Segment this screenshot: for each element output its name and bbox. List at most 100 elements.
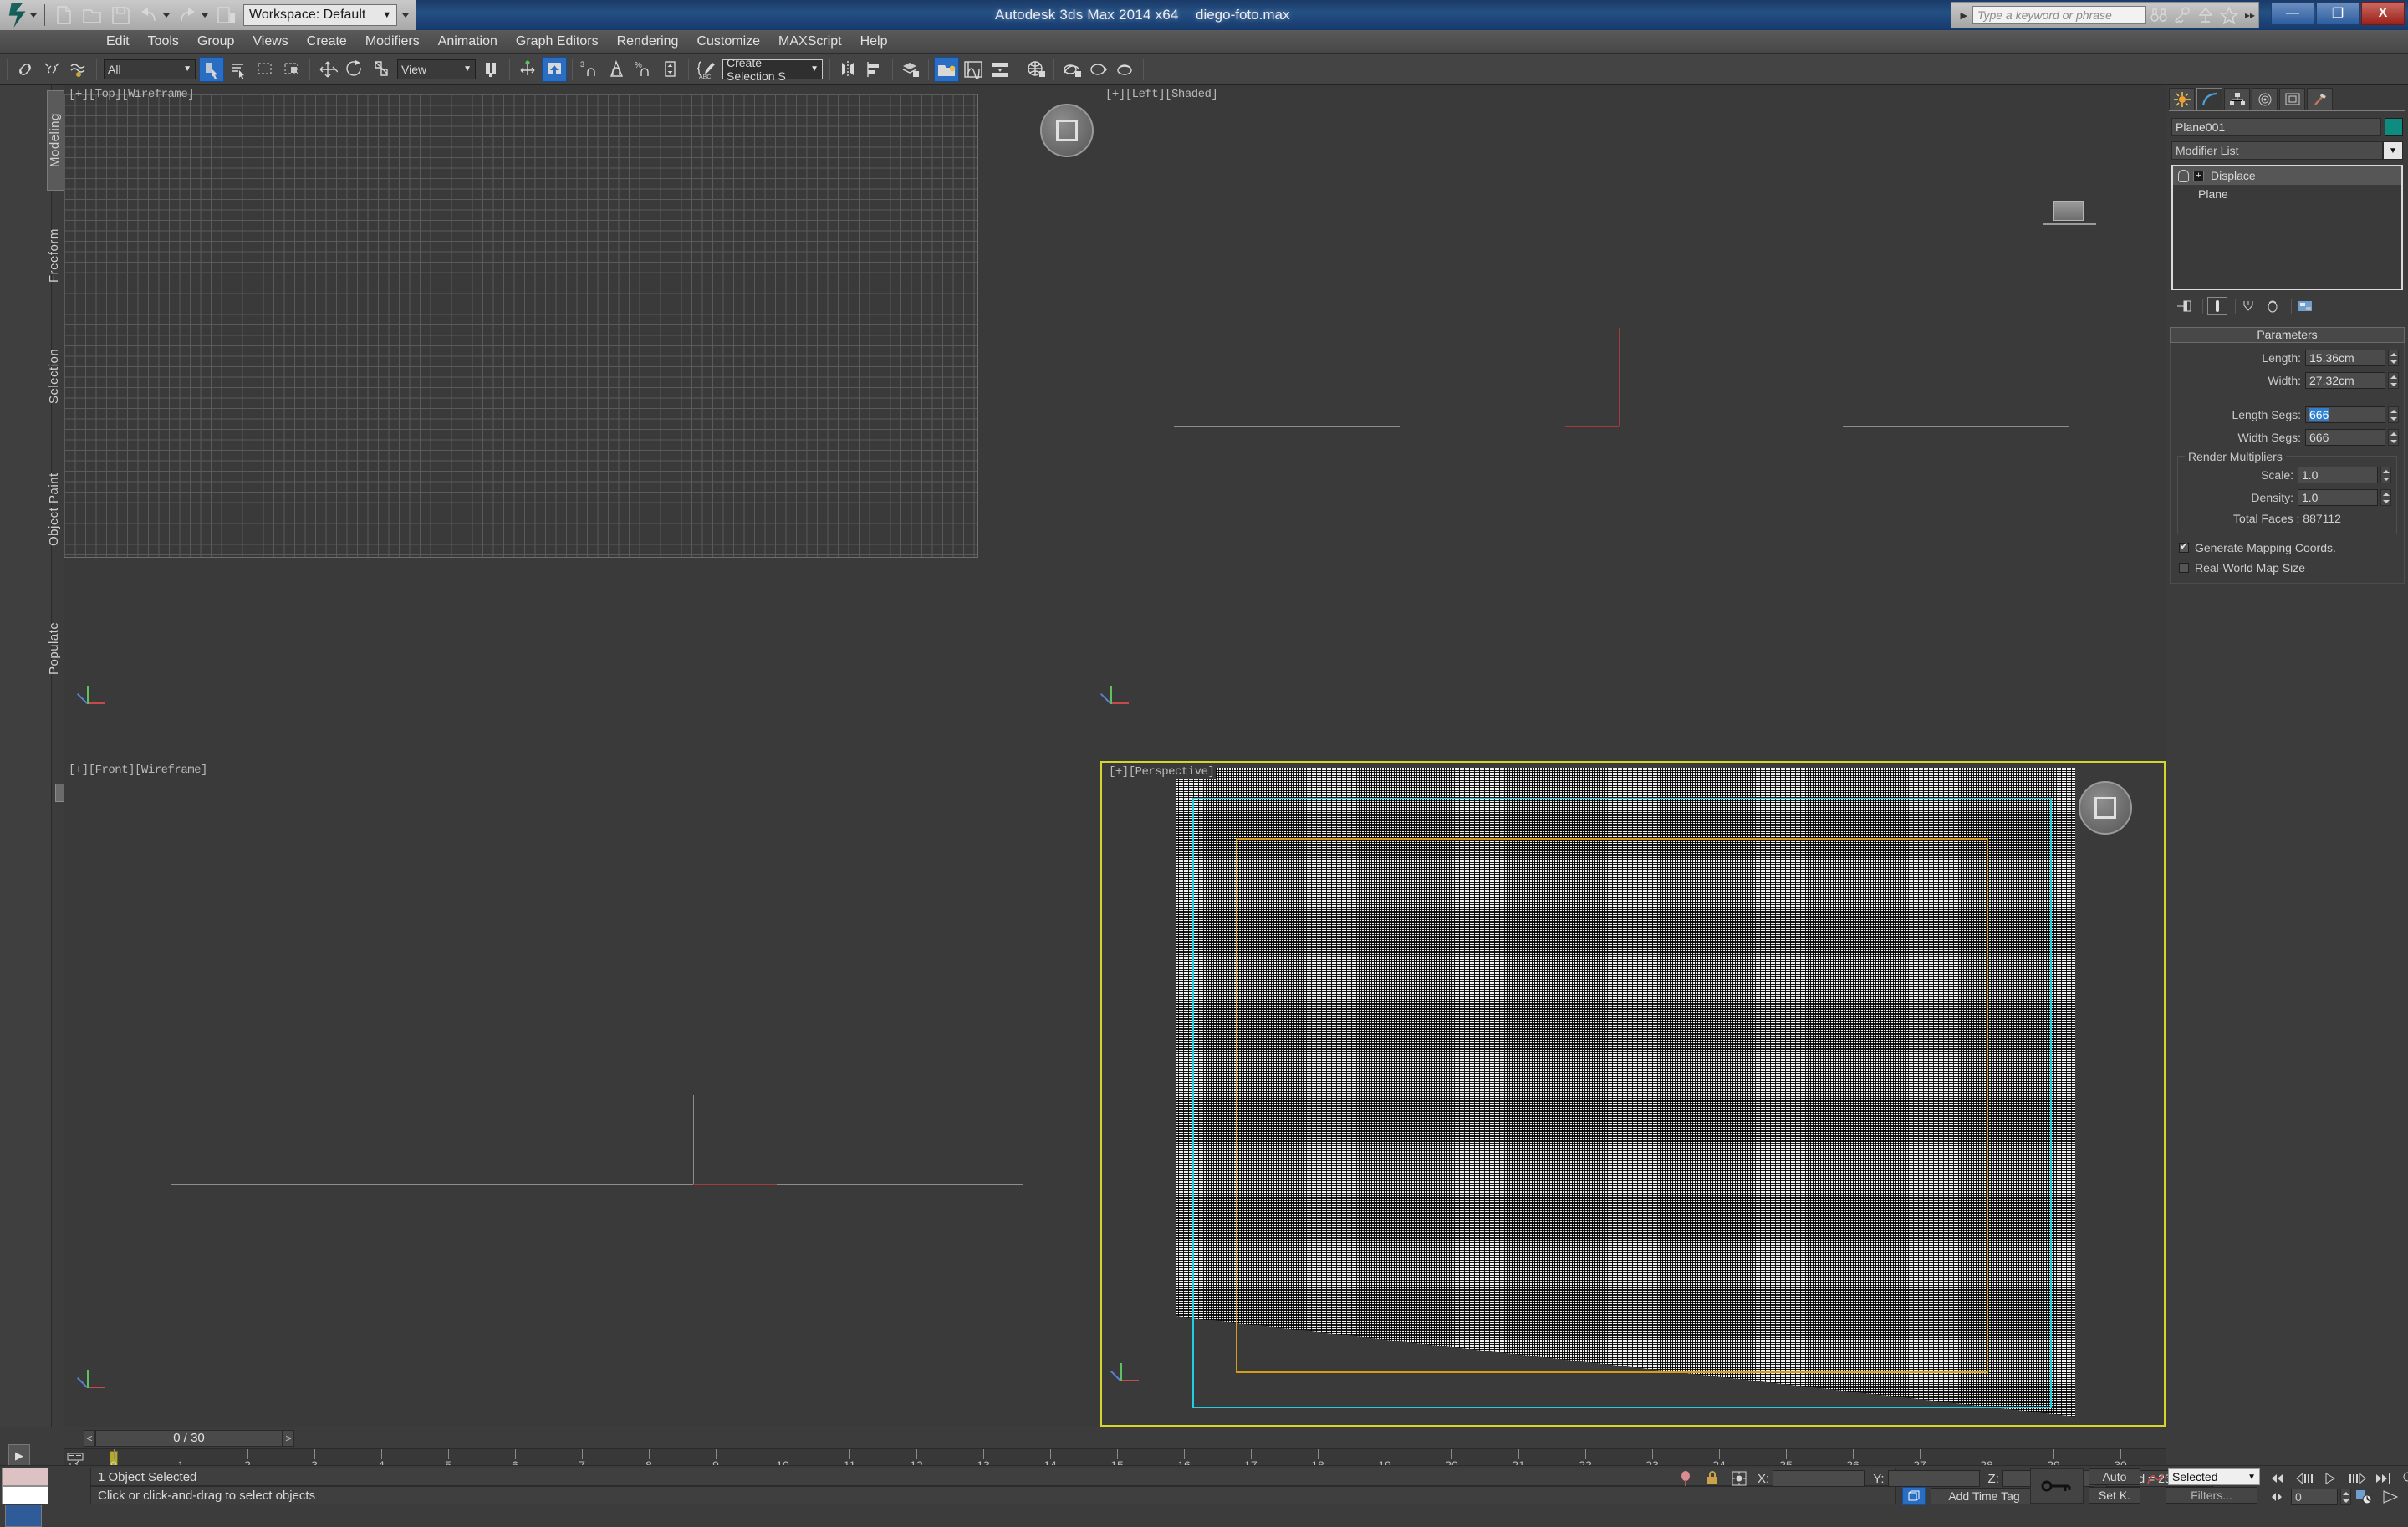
favorites-star-icon[interactable] (2218, 5, 2240, 25)
render-setup-icon[interactable] (1059, 57, 1084, 82)
object-name-field[interactable]: Plane001 (2171, 118, 2381, 136)
restore-button[interactable]: ❐ (2316, 2, 2360, 25)
viewport-perspective[interactable]: [+][Perspective] (1100, 761, 2166, 1427)
zoom-region-icon[interactable] (2400, 1468, 2408, 1489)
configure-modifier-sets-icon[interactable] (2296, 297, 2316, 315)
named-selection-sets-combo[interactable]: Create Selection S ▼ (722, 56, 823, 83)
filters-button[interactable]: Filters... (2166, 1487, 2258, 1504)
play-animation-icon[interactable] (2319, 1468, 2343, 1489)
workspace-selector[interactable]: Workspace: Default ▼ (243, 4, 398, 26)
mini-listener-input[interactable] (2, 1486, 48, 1504)
previous-frame-button[interactable]: < (84, 1429, 95, 1447)
infocenter-expand-icon[interactable]: ▶ (1960, 10, 1967, 21)
percent-snap-toggle-icon[interactable]: % (631, 57, 656, 82)
mini-listener-output[interactable] (2, 1468, 48, 1486)
rollout-collapse-icon[interactable]: – (2174, 327, 2181, 340)
modifier-stack-item-displace[interactable]: + Displace (2173, 166, 2401, 185)
window-crossing-toggle-icon[interactable] (279, 57, 304, 82)
selection-filter-combo[interactable]: All ▼ (104, 59, 196, 79)
viewport-left[interactable]: [+][Left][Shaded] (1100, 85, 2166, 761)
length-segs-spinner[interactable] (2388, 406, 2399, 423)
select-and-scale-icon[interactable] (369, 57, 394, 82)
viewcube-perspective-icon[interactable] (2079, 781, 2132, 835)
select-object-icon[interactable] (199, 56, 224, 82)
toggle-scene-explorer-icon[interactable] (934, 56, 959, 82)
length-spinner[interactable] (2388, 350, 2399, 366)
undo-icon[interactable] (136, 3, 161, 28)
modifier-expand-plus-icon[interactable]: + (2193, 170, 2204, 181)
workspace-chevron-icon[interactable]: ▼ (382, 10, 391, 20)
menu-item-group[interactable]: Group (188, 32, 243, 52)
unlink-selection-icon[interactable] (39, 57, 64, 82)
generate-mapping-coords-checkbox[interactable] (2179, 540, 2189, 553)
key-mode-transport-icon[interactable] (2266, 1487, 2289, 1507)
field-of-view-icon[interactable] (2380, 1487, 2403, 1507)
redo-history-chevron-icon[interactable] (202, 13, 208, 18)
app-menu-chevron-icon[interactable] (30, 13, 37, 18)
menu-item-create[interactable]: Create (298, 32, 356, 52)
go-to-end-icon[interactable] (2373, 1468, 2396, 1489)
length-field[interactable]: 15.36cm (2305, 350, 2385, 366)
minimize-button[interactable]: — (2271, 2, 2314, 25)
object-color-swatch[interactable] (2385, 118, 2403, 136)
layer-manager-icon[interactable] (898, 57, 923, 82)
make-unique-icon[interactable] (2240, 297, 2260, 315)
x-coord-field[interactable] (1773, 1470, 1865, 1487)
selection-filter-chevron-icon[interactable]: ▼ (183, 64, 191, 74)
save-file-icon[interactable] (108, 3, 133, 28)
named-selection-sets-chevron-icon[interactable]: ▼ (810, 64, 819, 74)
density-field[interactable]: 1.0 (2298, 489, 2378, 506)
time-configuration-icon[interactable] (2353, 1487, 2376, 1507)
search-binoculars-icon[interactable] (2148, 5, 2170, 25)
menu-item-maxscript[interactable]: MAXScript (769, 32, 851, 52)
next-frame-button[interactable]: > (283, 1429, 294, 1447)
ribbon-expand-button[interactable]: ▶ (8, 1444, 30, 1468)
width-segs-spinner[interactable] (2388, 429, 2399, 446)
width-segs-field[interactable]: 666 (2305, 429, 2385, 446)
viewport-left-label[interactable]: [+][Left][Shaded] (1105, 88, 1218, 101)
use-pivot-point-center-icon[interactable] (479, 57, 504, 82)
search-input[interactable]: Type a keyword or phrase (1972, 6, 2146, 24)
length-segs-field[interactable]: 666 (2305, 406, 2385, 423)
spinner-snap-toggle-icon[interactable] (658, 57, 683, 82)
viewport-perspective-label[interactable]: [+][Perspective] (1107, 765, 1217, 779)
modifier-stack[interactable]: + Displace Plane (2171, 165, 2403, 290)
set-key-red-icon[interactable] (2144, 1468, 2167, 1489)
generate-mapping-coords-row[interactable]: Generate Mapping Coords. (2179, 540, 2399, 554)
current-frame-field[interactable]: 0 (2291, 1489, 2338, 1505)
keyboard-shortcut-override-icon[interactable] (542, 56, 567, 82)
create-tab[interactable] (2169, 88, 2195, 110)
modifier-list-field[interactable]: Modifier List (2171, 141, 2383, 160)
schematic-view-icon[interactable] (987, 57, 1013, 82)
modify-tab[interactable] (2196, 88, 2222, 110)
y-coord-field[interactable] (1887, 1470, 1980, 1487)
viewcube-top-icon[interactable] (1040, 104, 1094, 157)
previous-frame-icon[interactable] (2293, 1468, 2316, 1489)
bind-to-space-warp-icon[interactable] (66, 57, 91, 82)
menu-item-animation[interactable]: Animation (429, 32, 507, 52)
pin-stack-icon[interactable] (2175, 297, 2195, 315)
set-project-folder-icon[interactable] (213, 3, 238, 28)
hierarchy-tab[interactable] (2224, 88, 2250, 110)
viewcube-left-icon[interactable] (2043, 201, 2096, 225)
angle-snap-toggle-icon[interactable] (605, 57, 630, 82)
menu-item-rendering[interactable]: Rendering (608, 32, 688, 52)
viewport-front-label[interactable]: [+][Front][Wireframe] (69, 764, 207, 777)
menu-item-customize[interactable]: Customize (687, 32, 769, 52)
key-filter-mode-combo[interactable]: Selected ▼ (2168, 1468, 2260, 1485)
real-world-map-size-row[interactable]: Real-World Map Size (2179, 561, 2399, 575)
key-filter-mode-chevron-icon[interactable]: ▼ (2247, 1473, 2256, 1482)
reference-coordinate-chevron-icon[interactable]: ▼ (463, 64, 472, 74)
communication-center-icon[interactable] (2195, 5, 2217, 25)
current-frame-display[interactable]: 0 / 30 (95, 1429, 283, 1447)
modifier-list-chevron-icon[interactable]: ▼ (2383, 141, 2403, 160)
menu-item-edit[interactable]: Edit (97, 32, 139, 52)
subscription-key-icon[interactable] (2171, 5, 2193, 25)
material-editor-icon[interactable] (1023, 57, 1048, 82)
current-frame-spinner[interactable] (2340, 1489, 2351, 1505)
go-to-start-icon[interactable] (2266, 1468, 2289, 1489)
snaps-toggle-icon[interactable]: 3 (578, 57, 603, 82)
density-spinner[interactable] (2380, 489, 2391, 506)
modifier-stack-item-plane[interactable]: Plane (2173, 185, 2401, 203)
next-frame-icon[interactable] (2346, 1468, 2370, 1489)
